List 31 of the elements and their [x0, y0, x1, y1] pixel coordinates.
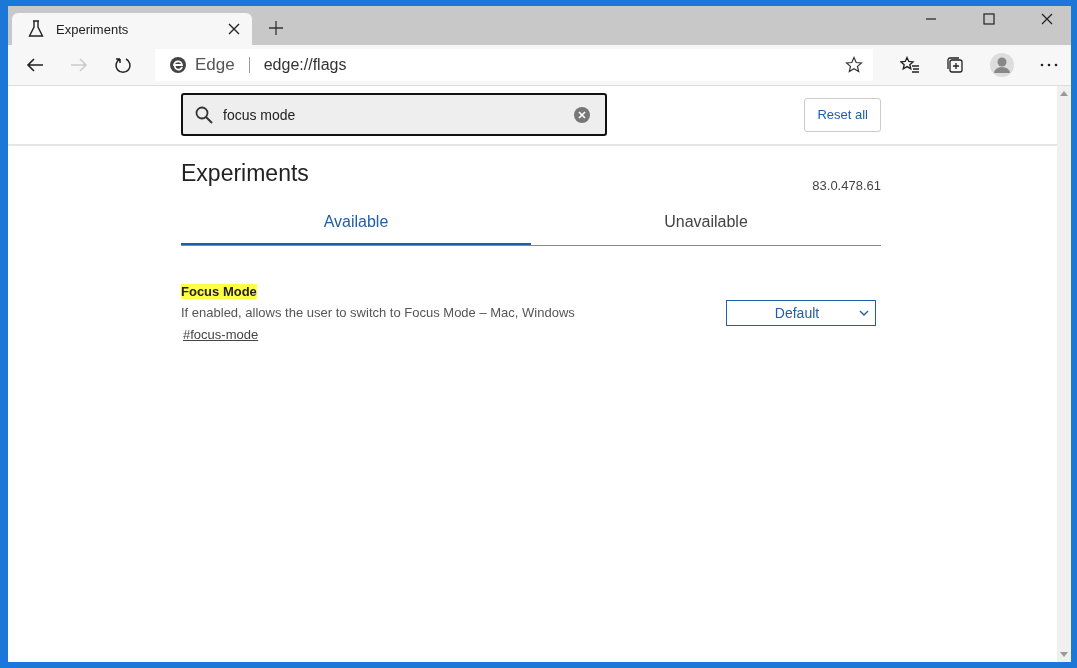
flag-title: Focus Mode — [181, 284, 257, 299]
new-tab-icon[interactable] — [268, 20, 284, 36]
browser-tab[interactable]: Experiments — [12, 13, 252, 45]
address-bar[interactable]: Edge edge://flags — [155, 49, 873, 81]
search-icon — [195, 105, 213, 124]
edge-logo-icon — [169, 56, 187, 74]
flag-link[interactable]: #focus-mode — [183, 327, 259, 342]
url-text: edge://flags — [263, 56, 347, 74]
page-title: Experiments — [181, 160, 309, 187]
tab[interactable]: Available — [181, 213, 531, 245]
chevron-down-icon — [859, 309, 869, 316]
search-input[interactable]: focus mode — [221, 105, 566, 124]
back-arrow-icon[interactable] — [26, 57, 44, 73]
site-label: Edge — [195, 55, 235, 75]
flag-dropdown[interactable]: Default — [726, 299, 876, 326]
profile-avatar-icon[interactable] — [990, 53, 1014, 77]
maximize-icon[interactable] — [983, 13, 995, 25]
favorites-icon[interactable] — [900, 56, 920, 74]
version-label: 83.0.478.61 — [812, 178, 881, 193]
star-icon[interactable] — [845, 56, 863, 74]
close-tab-icon[interactable] — [228, 23, 240, 35]
flask-icon — [28, 20, 44, 38]
flag-description: If enabled, allows the user to switch to Focus Mode – Mac, Windows — [181, 305, 575, 320]
refresh-icon[interactable] — [114, 56, 132, 74]
search-field[interactable]: focus mode — [181, 93, 607, 136]
tab[interactable]: Unavailable — [531, 213, 881, 245]
close-icon[interactable] — [1041, 13, 1053, 25]
clear-icon[interactable] — [574, 106, 590, 123]
more-menu-icon[interactable] — [1040, 63, 1058, 67]
reset-all-button[interactable]: Reset all — [804, 97, 881, 132]
collections-icon[interactable] — [946, 56, 964, 74]
